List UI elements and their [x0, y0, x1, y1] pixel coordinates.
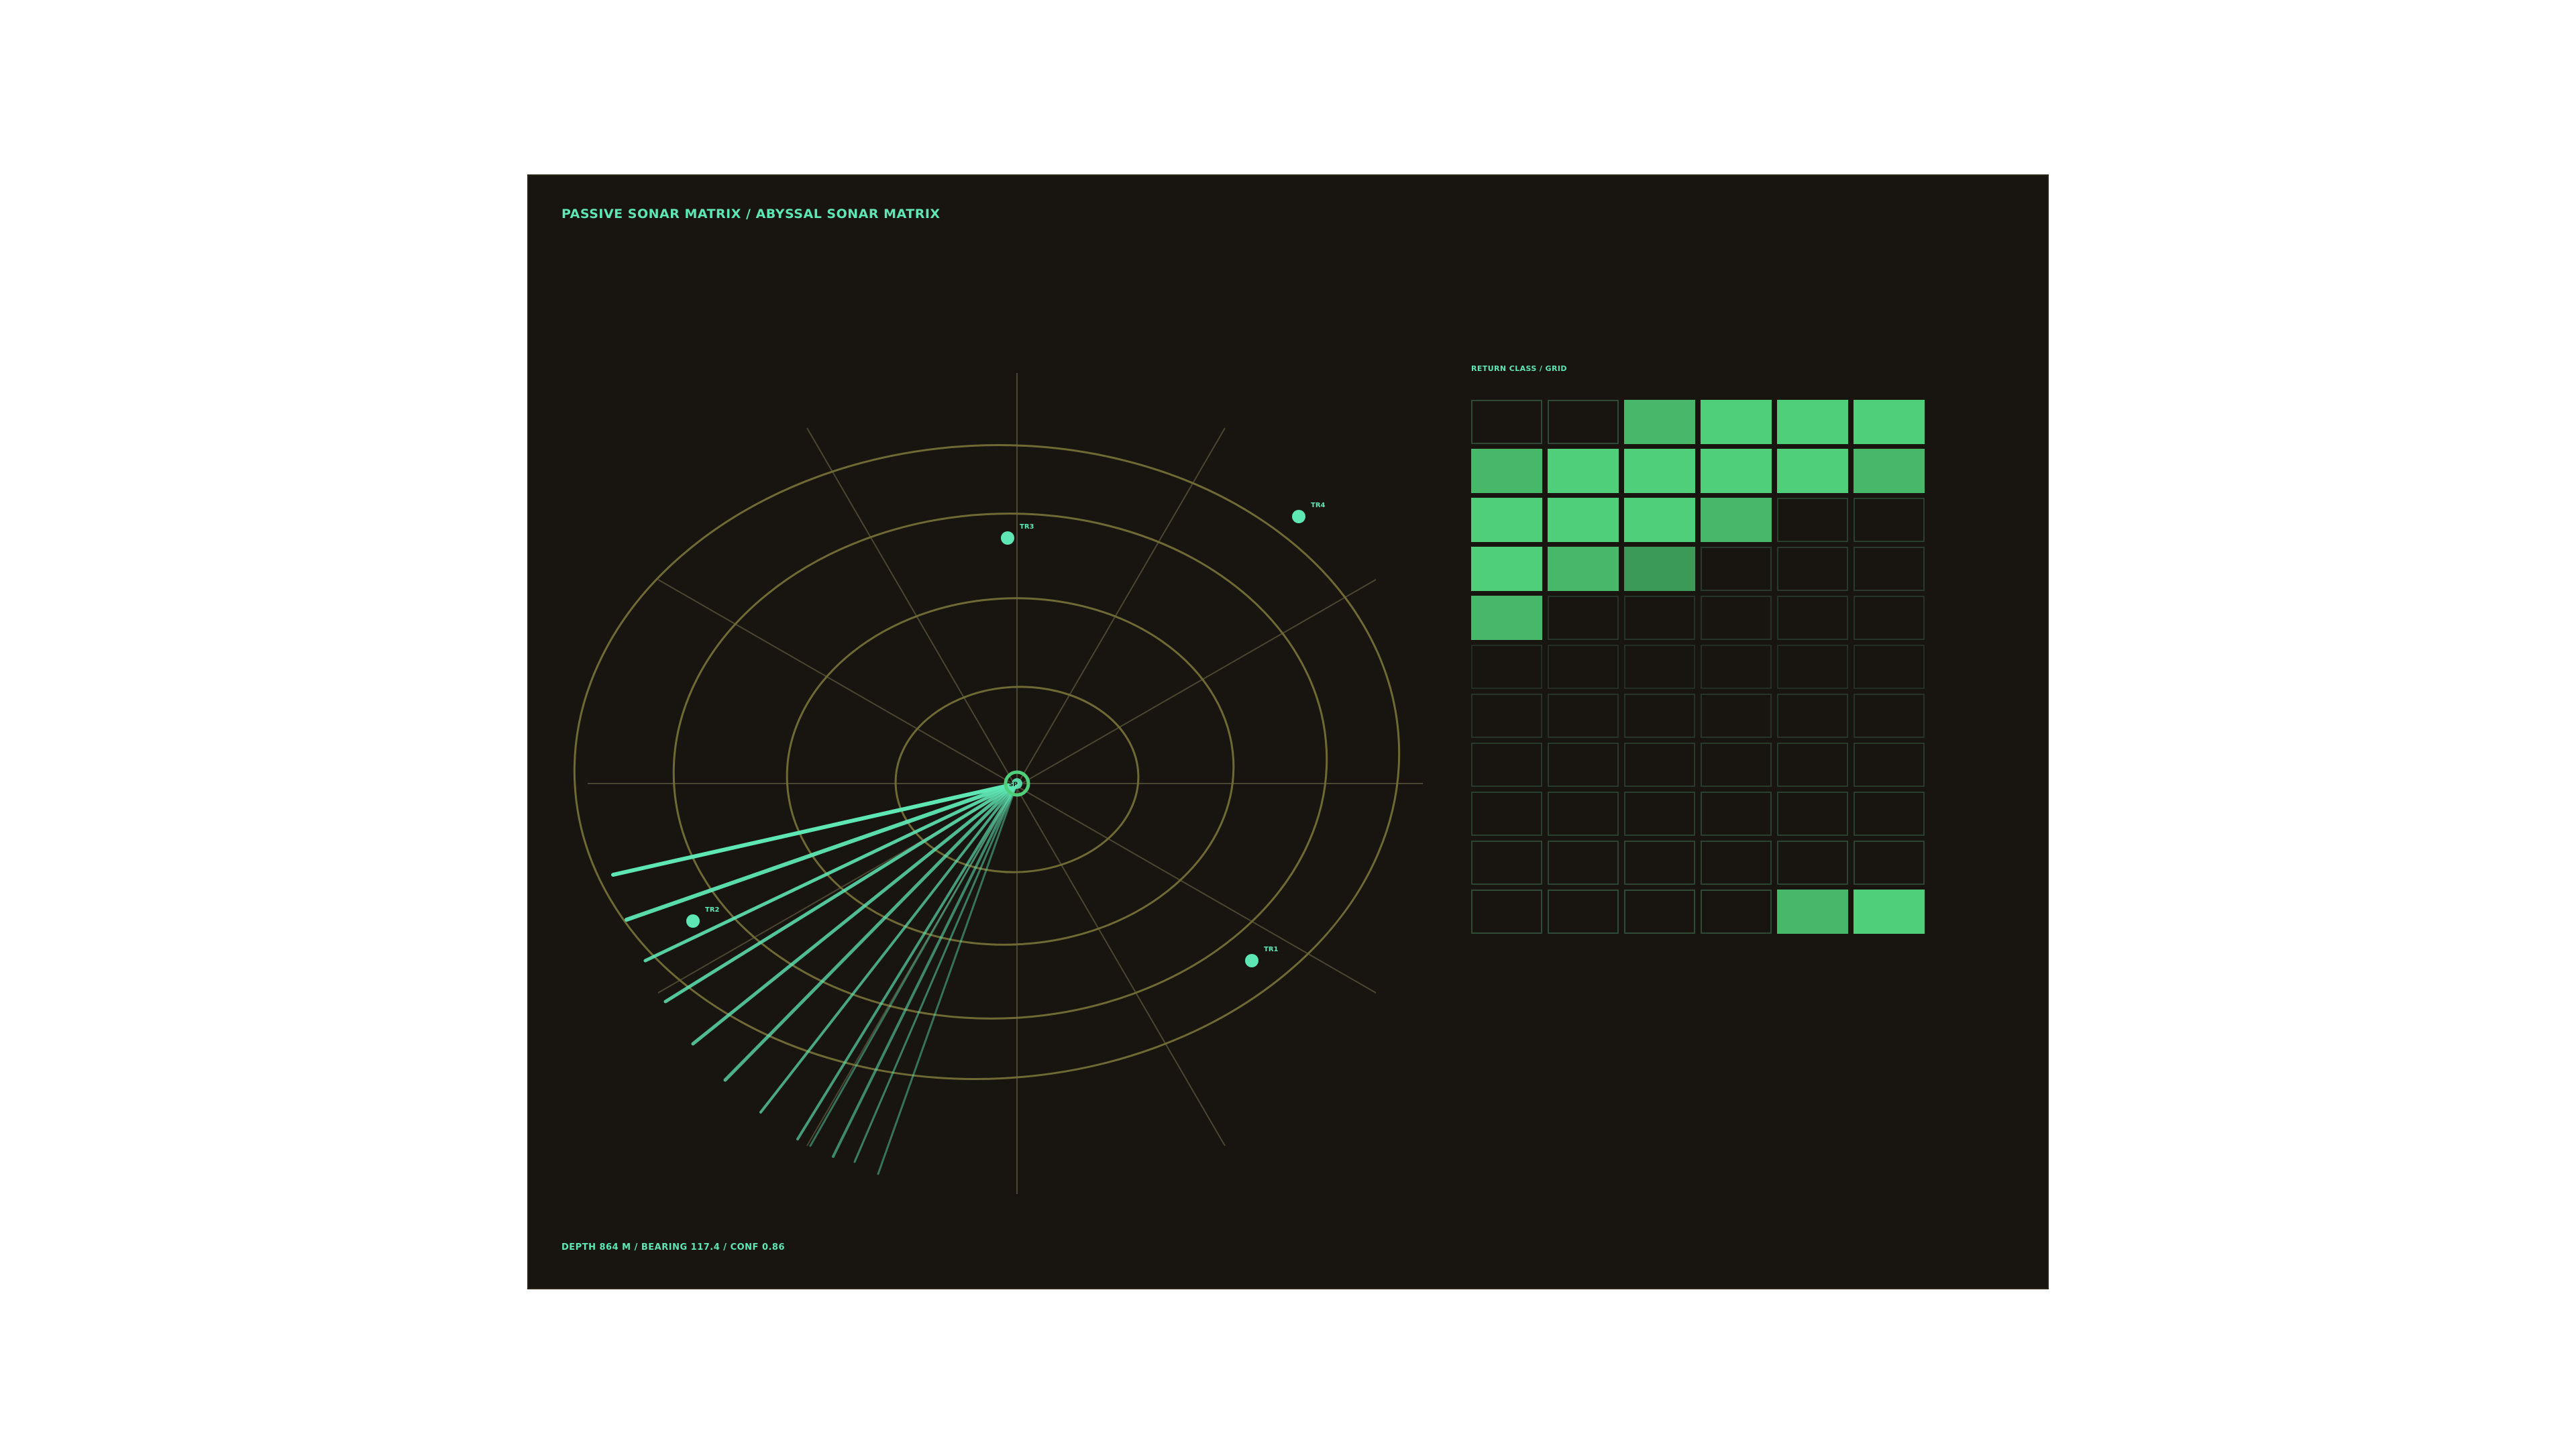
grid-cell[interactable]: [1701, 498, 1772, 542]
grid-cell[interactable]: [1624, 596, 1695, 640]
target-marker: [686, 914, 700, 928]
grid-cell[interactable]: [1777, 792, 1848, 836]
grid-cell[interactable]: [1471, 547, 1542, 591]
grid-cell[interactable]: [1624, 449, 1695, 493]
grid-cell[interactable]: [1854, 400, 1925, 444]
status-readout: DEPTH 864 M / BEARING 117.4 / CONF 0.86: [561, 1242, 786, 1252]
grid-cell[interactable]: [1624, 792, 1695, 836]
target-marker: [1292, 510, 1305, 523]
grid-cell[interactable]: [1548, 645, 1619, 689]
grid-cell[interactable]: [1701, 694, 1772, 738]
grid-cell[interactable]: [1777, 743, 1848, 787]
grid-cell[interactable]: [1471, 400, 1542, 444]
target-label: TR1: [1264, 946, 1279, 953]
grid-cell[interactable]: [1548, 694, 1619, 738]
grid-cell[interactable]: [1624, 694, 1695, 738]
target-marker: [1245, 954, 1258, 967]
grid-cell[interactable]: [1701, 645, 1772, 689]
grid-cell[interactable]: [1701, 400, 1772, 444]
grid-cell[interactable]: [1471, 645, 1542, 689]
grid-cell[interactable]: [1854, 792, 1925, 836]
grid-cell[interactable]: [1777, 645, 1848, 689]
grid-cell[interactable]: [1701, 547, 1772, 591]
grid-cell[interactable]: [1624, 743, 1695, 787]
grid-cell[interactable]: [1777, 449, 1848, 493]
grid-cell[interactable]: [1854, 694, 1925, 738]
grid-cell[interactable]: [1471, 890, 1542, 934]
range-ring: [786, 597, 1235, 946]
return-class-grid: [1471, 400, 1925, 934]
target-label: TR2: [705, 906, 720, 914]
target-label: TR3: [1020, 523, 1034, 531]
grid-cell[interactable]: [1624, 645, 1695, 689]
grid-cell[interactable]: [1854, 890, 1925, 934]
grid-cell[interactable]: [1548, 449, 1619, 493]
grid-cell[interactable]: [1624, 841, 1695, 885]
grid-cell[interactable]: [1471, 596, 1542, 640]
grid-cell[interactable]: [1854, 547, 1925, 591]
grid-cell[interactable]: [1548, 792, 1619, 836]
grid-cell[interactable]: [1777, 498, 1848, 542]
grid-cell[interactable]: [1701, 792, 1772, 836]
grid-cell[interactable]: [1701, 743, 1772, 787]
grid-cell[interactable]: [1854, 498, 1925, 542]
grid-cell[interactable]: [1548, 596, 1619, 640]
origin-label: SP: [1009, 782, 1018, 788]
grid-cell[interactable]: [1854, 645, 1925, 689]
grid-cell[interactable]: [1471, 792, 1542, 836]
return-grid-label: RETURN CLASS / GRID: [1471, 364, 1567, 373]
grid-cell[interactable]: [1624, 400, 1695, 444]
grid-cell[interactable]: [1777, 890, 1848, 934]
grid-cell[interactable]: [1471, 498, 1542, 542]
grid-cell[interactable]: [1471, 449, 1542, 493]
grid-cell[interactable]: [1777, 547, 1848, 591]
grid-cell[interactable]: [1624, 547, 1695, 591]
grid-cell[interactable]: [1624, 890, 1695, 934]
grid-cell[interactable]: [1548, 841, 1619, 885]
grid-cell[interactable]: [1854, 596, 1925, 640]
grid-cell[interactable]: [1777, 841, 1848, 885]
grid-cell[interactable]: [1777, 694, 1848, 738]
grid-cell[interactable]: [1777, 400, 1848, 444]
grid-cell[interactable]: [1854, 743, 1925, 787]
grid-cell[interactable]: [1471, 694, 1542, 738]
grid-cell[interactable]: [1701, 596, 1772, 640]
grid-cell[interactable]: [1548, 498, 1619, 542]
grid-cell[interactable]: [1854, 449, 1925, 493]
target-marker: [1001, 531, 1014, 545]
sweep-beam: [809, 782, 1018, 1147]
grid-cell[interactable]: [1548, 890, 1619, 934]
range-ring: [672, 513, 1328, 1020]
grid-cell[interactable]: [1854, 841, 1925, 885]
grid-cell[interactable]: [1624, 498, 1695, 542]
grid-cell[interactable]: [1548, 743, 1619, 787]
grid-cell[interactable]: [1471, 743, 1542, 787]
sweep-beam: [877, 782, 1018, 1175]
target-label: TR4: [1311, 502, 1326, 509]
sonar-panel: PASSIVE SONAR MATRIX / ABYSSAL SONAR MAT…: [527, 174, 2049, 1289]
grid-cell[interactable]: [1701, 449, 1772, 493]
sweep-beam: [853, 782, 1018, 1163]
grid-cell[interactable]: [1701, 841, 1772, 885]
grid-cell[interactable]: [1548, 547, 1619, 591]
grid-cell[interactable]: [1701, 890, 1772, 934]
grid-cell[interactable]: [1777, 596, 1848, 640]
grid-cell[interactable]: [1548, 400, 1619, 444]
range-ring: [573, 444, 1401, 1080]
grid-cell[interactable]: [1471, 841, 1542, 885]
